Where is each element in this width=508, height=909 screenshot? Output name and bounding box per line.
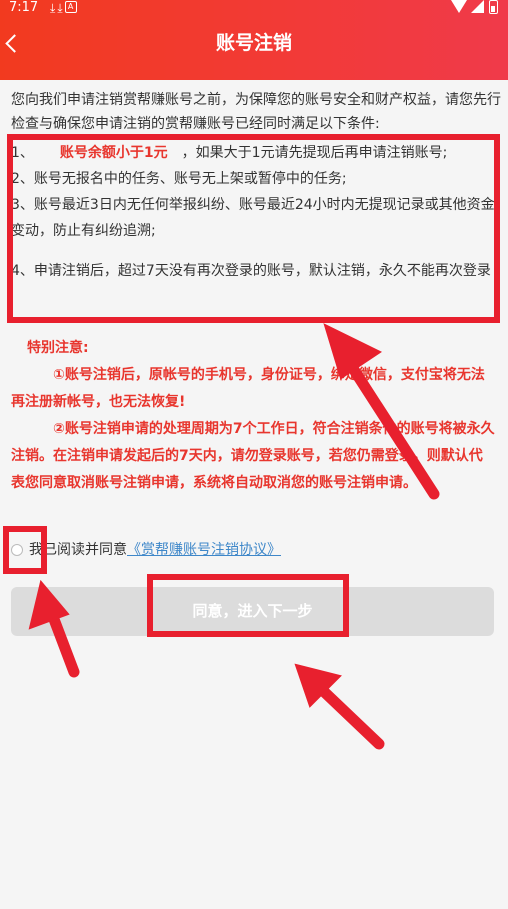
battery-icon bbox=[489, 0, 498, 14]
agreement-link[interactable]: 《赏帮赚账号注销协议》 bbox=[127, 542, 281, 558]
condition-highlight: 账号余额小于1元 bbox=[59, 145, 168, 161]
app-header: 7:17 ⤓⤓ A 账号注销 bbox=[0, 0, 508, 80]
status-system-icons bbox=[451, 0, 498, 16]
condition-4: 4、申请注销后，超过7天没有再次登录的账号，默认注销，永久不能再次登录 bbox=[11, 263, 491, 279]
signal-icon bbox=[471, 0, 484, 13]
special-notice: 特别注意: ①账号注销后，原帐号的手机号，身份证号，绑定微信，支付宝将无法再注册… bbox=[11, 335, 495, 497]
notice-item-1: ①账号注销后，原帐号的手机号，身份证号，绑定微信，支付宝将无法再注册新帐号，也无… bbox=[11, 367, 485, 410]
status-bar: 7:17 ⤓⤓ A bbox=[0, 0, 508, 18]
status-time: 7:17 bbox=[9, 0, 39, 15]
intro-text: 您向我们申请注销赏帮赚账号之前，为保障您的账号安全和财产权益，请您先行检查与确保… bbox=[11, 92, 501, 132]
next-step-button[interactable]: 同意，进入下一步 bbox=[11, 587, 494, 636]
download-icon: ⤓ bbox=[57, 1, 65, 15]
notice-item-2: ②账号注销申请的处理周期为7个工作日，符合注销条件的账号将被永久注销。在注销申请… bbox=[11, 421, 495, 491]
page-title: 账号注销 bbox=[215, 32, 292, 54]
app-notification-icon: A bbox=[64, 1, 77, 13]
condition-1: 1、 账号余额小于1元 ，如果大于1元请先提现后再申请注销账号; bbox=[11, 145, 448, 161]
condition-3: 3、账号最近3日内无任何举报纠纷、账号最近24小时内无提现记录或其他资金变动，防… bbox=[11, 197, 495, 239]
agreement-radio[interactable] bbox=[11, 544, 23, 556]
content-area: 您向我们申请注销赏帮赚账号之前，为保障您的账号安全和财产权益，请您先行检查与确保… bbox=[0, 80, 508, 909]
agreement-row: 我已阅读并同意《赏帮赚账号注销协议》 bbox=[11, 538, 501, 562]
condition-2: 2、账号无报名中的任务、账号无上架或暂停中的任务; bbox=[11, 171, 347, 187]
notice-title: 特别注意: bbox=[27, 340, 89, 356]
status-notification-icons: ⤓⤓ A bbox=[50, 1, 77, 15]
conditions-list: 1、 账号余额小于1元 ，如果大于1元请先提现后再申请注销账号; 2、账号无报名中的… bbox=[11, 140, 495, 284]
wifi-icon bbox=[451, 0, 467, 13]
agreement-text: 我已阅读并同意 bbox=[29, 542, 127, 558]
